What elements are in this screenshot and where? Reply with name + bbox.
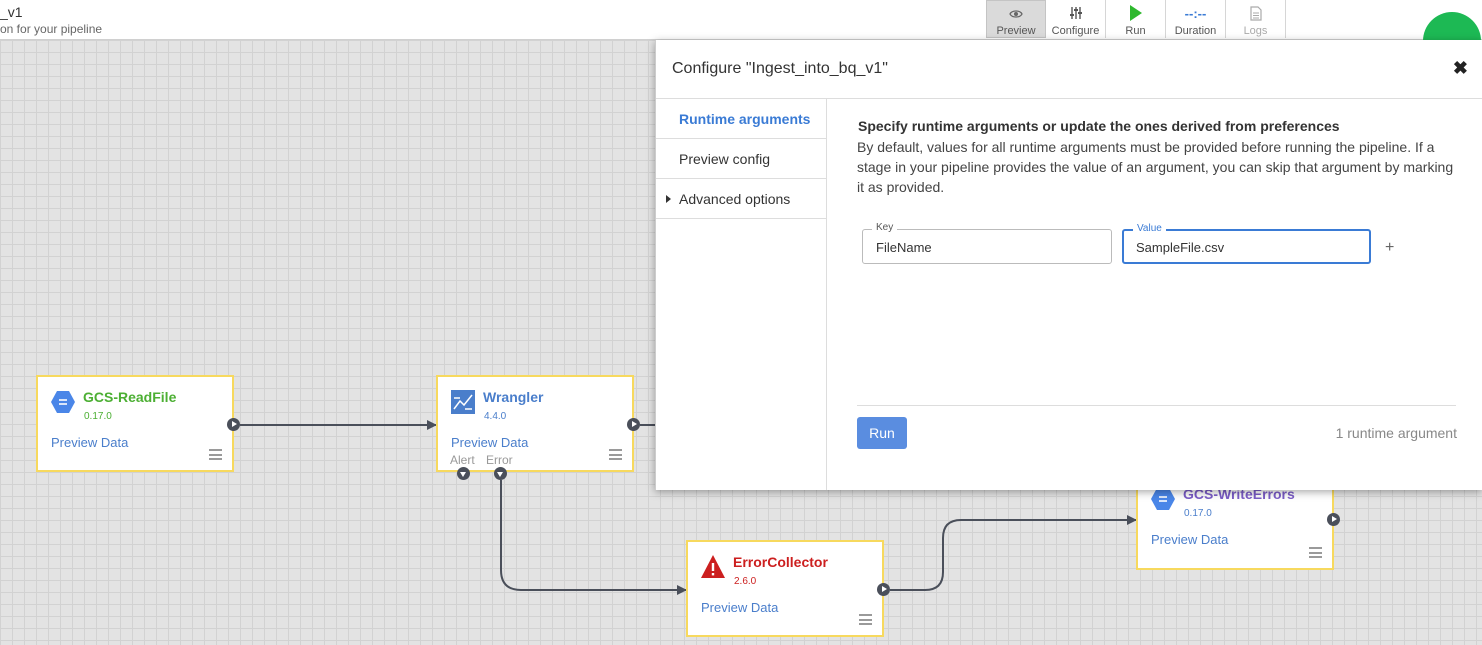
preview-data-link[interactable]: Preview Data	[701, 600, 778, 615]
panel-description: By default, values for all runtime argum…	[857, 139, 1454, 195]
panel-heading: Specify runtime arguments or update the …	[858, 118, 1340, 134]
node-errorcollector[interactable]: ErrorCollector 2.6.0 Preview Data	[686, 540, 884, 637]
error-port-label: Error	[486, 453, 513, 467]
tab-runtime-arguments[interactable]: Runtime arguments	[656, 99, 826, 139]
sliders-icon	[1069, 3, 1083, 23]
runtime-arguments-panel: Specify runtime arguments or update the …	[828, 99, 1482, 490]
play-icon	[1129, 3, 1143, 23]
node-name: Wrangler	[483, 389, 544, 405]
divider	[857, 405, 1456, 406]
preview-button[interactable]: Preview	[986, 0, 1046, 38]
node-version: 0.17.0	[1184, 508, 1212, 519]
node-menu-icon[interactable]	[859, 614, 872, 625]
pipeline-header: _v1 on for your pipeline Preview Configu…	[0, 0, 1482, 70]
warning-triangle-icon	[700, 554, 726, 580]
alert-port-label: Alert	[450, 453, 475, 467]
node-version: 0.17.0	[84, 411, 112, 422]
tab-label: Runtime arguments	[679, 111, 811, 127]
pipeline-toolbar: Preview Configure Run --:-- Duration Log…	[986, 0, 1286, 38]
wrangler-icon	[450, 389, 476, 415]
key-field[interactable]: Key FileName	[862, 222, 1112, 264]
duration-display: --:-- Duration	[1166, 0, 1226, 38]
pipeline-name: _v1	[0, 4, 23, 20]
error-port[interactable]	[494, 467, 507, 480]
value-value: SampleFile.csv	[1136, 240, 1225, 255]
run-label: Run	[1125, 25, 1146, 37]
output-port[interactable]	[227, 418, 240, 431]
value-label: Value	[1133, 223, 1166, 234]
caret-right-icon	[666, 195, 671, 203]
output-port[interactable]	[1327, 513, 1340, 526]
tab-advanced-options[interactable]: Advanced options	[656, 179, 826, 219]
alert-port[interactable]	[457, 467, 470, 480]
preview-data-link[interactable]: Preview Data	[51, 435, 128, 450]
close-icon[interactable]: ✖	[1453, 58, 1468, 79]
runtime-argument-count: 1 runtime argument	[1335, 425, 1457, 441]
connection-wrangler-errorcollector	[500, 480, 687, 595]
output-port[interactable]	[877, 583, 890, 596]
node-menu-icon[interactable]	[1309, 547, 1322, 558]
key-label: Key	[872, 222, 898, 233]
pipeline-description: on for your pipeline	[0, 22, 103, 36]
key-value: FileName	[876, 240, 932, 255]
modal-sidebar: Runtime arguments Preview config Advance…	[656, 99, 827, 490]
logs-label: Logs	[1243, 25, 1268, 37]
duration-value: --:--	[1184, 5, 1207, 21]
configure-modal: Configure "Ingest_into_bq_v1" ✖ Runtime …	[655, 40, 1482, 490]
value-field[interactable]: Value SampleFile.csv	[1122, 223, 1371, 264]
run-pipeline-button[interactable]: Run	[1106, 0, 1166, 38]
node-name: ErrorCollector	[733, 554, 828, 570]
node-gcs-readfile[interactable]: GCS-ReadFile 0.17.0 Preview Data	[36, 375, 234, 472]
modal-title: Configure "Ingest_into_bq_v1"	[672, 60, 888, 77]
preview-data-link[interactable]: Preview Data	[451, 435, 528, 450]
gcs-hexagon-icon	[50, 389, 76, 415]
connection-errorcollector-writeerrors	[890, 515, 1137, 591]
node-version: 4.4.0	[484, 411, 507, 422]
tab-preview-config[interactable]: Preview config	[656, 139, 826, 179]
node-name: GCS-ReadFile	[83, 389, 177, 405]
tab-label: Preview config	[679, 151, 771, 167]
node-version: 2.6.0	[734, 576, 757, 587]
run-button[interactable]: Run	[857, 417, 907, 449]
tab-label: Advanced options	[679, 191, 791, 207]
document-icon	[1249, 3, 1262, 23]
eye-icon	[1009, 4, 1023, 23]
logs-button[interactable]: Logs	[1226, 0, 1286, 38]
configure-button[interactable]: Configure	[1046, 0, 1106, 38]
add-argument-icon[interactable]: +	[1385, 239, 1394, 257]
node-menu-icon[interactable]	[209, 449, 222, 460]
output-port[interactable]	[627, 418, 640, 431]
preview-data-link[interactable]: Preview Data	[1151, 532, 1228, 547]
node-menu-icon[interactable]	[609, 449, 622, 460]
duration-label: Duration	[1174, 25, 1217, 37]
preview-label: Preview	[996, 25, 1036, 37]
configure-label: Configure	[1051, 25, 1100, 37]
